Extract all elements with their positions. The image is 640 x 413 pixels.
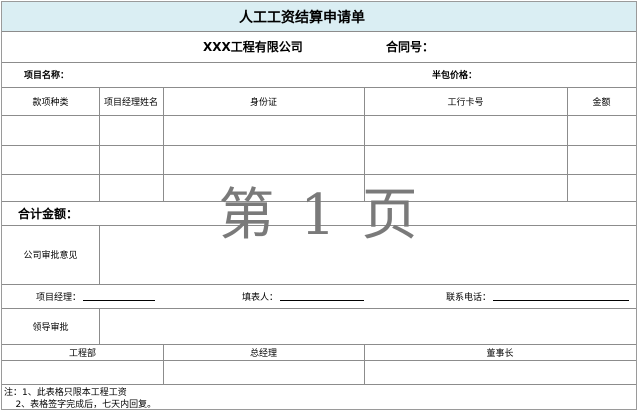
project-manager-label: 项目经理：: [36, 292, 82, 303]
table-row: [2, 174, 636, 201]
table-row: [2, 145, 636, 174]
subcontract-price-label: 半包价格：: [432, 71, 478, 81]
form-title: 人工工资结算申请单: [239, 9, 365, 26]
leader-approval-label: 领导审批: [32, 322, 69, 333]
project-manager-blank[interactable]: [83, 291, 156, 301]
phone-label: 联系电话：: [446, 292, 492, 303]
company-name: XXX工程有限公司: [203, 40, 303, 54]
filler-blank[interactable]: [280, 291, 365, 301]
column-header-id-card: 身份证: [249, 97, 277, 108]
column-header-payment-type: 款项种类: [32, 97, 69, 108]
phone-blank[interactable]: [493, 291, 630, 301]
filler-label: 填表人：: [242, 292, 279, 303]
total-amount-label: 合计金额：: [18, 206, 79, 221]
phone-sign: 联系电话：: [446, 284, 632, 308]
grid-line: [2, 360, 636, 361]
general-manager-label: 总经理: [249, 348, 277, 359]
column-header-manager-name: 项目经理姓名: [103, 97, 158, 108]
leader-approval-field[interactable]: [99, 308, 636, 344]
note-line-1: 注：1、此表格只限本工程工资: [4, 388, 127, 398]
column-header-amount: 金额: [592, 97, 611, 108]
engineering-dept-label: 工程部: [68, 348, 96, 359]
filler-sign: 填表人：: [242, 284, 382, 308]
chairman-label: 董事长: [486, 348, 514, 359]
table-row: [2, 115, 636, 145]
contract-no-label: 合同号：: [386, 40, 435, 54]
column-header-bank-card: 工行卡号: [447, 97, 484, 108]
project-name-label: 项目名称：: [24, 71, 70, 81]
note-line-2: 2、表格签字完成后，七天内回复。: [4, 400, 157, 410]
company-approval-label: 公司审批意见: [23, 251, 78, 261]
project-manager-sign: 项目经理：: [36, 284, 176, 308]
company-approval-field[interactable]: [99, 225, 636, 284]
